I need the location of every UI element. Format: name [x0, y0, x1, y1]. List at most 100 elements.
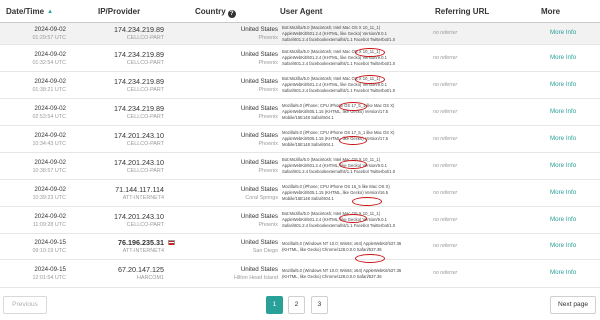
- user-agent-text: Bot:Mozilla/5.0 (Macintosh; Intel Mac OS…: [282, 157, 395, 176]
- referrer-value: no referrer: [433, 270, 458, 276]
- city-name: Phoenix: [258, 168, 278, 174]
- page-3-button[interactable]: 3: [311, 296, 328, 314]
- ip-address: 174.201.243.10: [114, 131, 164, 140]
- next-page-button[interactable]: Next page: [550, 296, 596, 314]
- visit-time: 01:32:54 UTC: [32, 60, 66, 66]
- page-1-button[interactable]: 1: [266, 296, 283, 314]
- visit-date: 2024-09-02: [34, 105, 66, 112]
- provider-name: CELLCO-PART: [126, 222, 164, 228]
- user-agent-line: Mobile/15E148 Safari/604.1: [282, 142, 334, 148]
- more-info-link[interactable]: More Info: [550, 269, 576, 276]
- city-name: Phoenix: [258, 141, 278, 147]
- more-info-link[interactable]: More Info: [550, 216, 576, 223]
- more-info-link[interactable]: More Info: [550, 135, 576, 142]
- more-info-link[interactable]: More Info: [550, 108, 576, 115]
- column-header-user-agent[interactable]: User Agent: [280, 7, 322, 16]
- visit-time: 01:29:57 UTC: [32, 35, 66, 41]
- ip-address: 174.234.219.89: [114, 50, 164, 59]
- more-info-link[interactable]: More Info: [550, 189, 576, 196]
- user-agent-line: Safari/601.2.4 facebookexternalhit/1.1 F…: [282, 223, 396, 229]
- more-info-link[interactable]: More Info: [550, 162, 576, 169]
- table-row: 2024-09-02 01:38:21 UTC 174.234.219.89 CELL…: [0, 72, 600, 99]
- country-name: United States: [240, 105, 278, 112]
- ip-address: 76.196.235.31: [118, 238, 164, 247]
- visit-date: 2024-09-02: [34, 186, 66, 193]
- annotation-circle: [339, 214, 367, 223]
- annotation-circle: [339, 136, 367, 145]
- provider-name: CELLCO-PART: [126, 60, 164, 66]
- visit-date: 2024-09-02: [34, 213, 66, 220]
- city-name: Phoenix: [258, 35, 278, 41]
- visit-date: 2024-09-15: [34, 266, 66, 273]
- column-header-referring-url[interactable]: Referring URL: [435, 7, 489, 16]
- city-name: Phoenix: [258, 60, 278, 66]
- sort-ascending-icon[interactable]: ▲: [47, 9, 53, 15]
- column-header-country[interactable]: Country?: [195, 7, 236, 18]
- visit-time: 12:01:54 UTC: [32, 275, 66, 281]
- city-name: Coral Springs: [245, 195, 278, 201]
- annotation-circle: [352, 197, 382, 206]
- ip-address: 67.20.147.125: [118, 265, 164, 274]
- more-info-link[interactable]: More Info: [550, 242, 576, 249]
- table-row: 2024-09-02 10:39:23 UTC 71.144.117.114 ATT-…: [0, 180, 600, 207]
- visit-date: 2024-09-02: [34, 132, 66, 139]
- visit-time: 09:10:19 UTC: [32, 248, 66, 254]
- visit-date: 2024-09-02: [34, 78, 66, 85]
- annotation-circle: [339, 102, 367, 111]
- country-name: United States: [240, 159, 278, 166]
- visit-date: 2024-09-02: [34, 26, 66, 33]
- referrer-value: no referrer: [433, 243, 458, 249]
- provider-name: CELLCO-PART: [126, 168, 164, 174]
- country-name: United States: [240, 266, 278, 273]
- referrer-value: no referrer: [433, 55, 458, 61]
- table-row: 2024-09-02 10:34:43 UTC 174.201.243.10 CELL…: [0, 126, 600, 153]
- provider-name: CELLCO-PART: [126, 87, 164, 93]
- referrer-value: no referrer: [433, 190, 458, 196]
- user-agent-line: Safari/601.2.4 facebookexternalhit/1.1 F…: [282, 169, 396, 175]
- country-name: United States: [240, 78, 278, 85]
- more-info-link[interactable]: More Info: [550, 54, 576, 61]
- provider-name: ATT-INTERNET4: [122, 195, 164, 201]
- more-info-link[interactable]: More Info: [550, 81, 576, 88]
- referrer-value: no referrer: [433, 30, 458, 36]
- annotation-circle: [355, 48, 385, 57]
- table-row: 2024-09-15 12:01:54 UTC 67.20.147.125 HARCO…: [0, 260, 600, 288]
- country-name: United States: [240, 239, 278, 246]
- visit-date: 2024-09-02: [34, 159, 66, 166]
- country-name: United States: [240, 213, 278, 220]
- pagination: Previous 1 2 3 Next page: [0, 296, 600, 314]
- city-name: San Diego: [252, 248, 278, 254]
- user-agent-line: Safari/601.2.4 facebookexternalhit/1.1 F…: [282, 61, 396, 67]
- column-header-date[interactable]: Date/Time ▲: [6, 7, 53, 16]
- country-name: United States: [240, 51, 278, 58]
- visitor-log-table: Date/Time ▲ IP/Provider Country? User Age…: [0, 0, 600, 288]
- annotation-circle: [355, 75, 385, 84]
- city-name: Hilton Head Island: [233, 275, 278, 281]
- page-2-button[interactable]: 2: [288, 296, 305, 314]
- visit-time: 10:34:43 UTC: [32, 141, 66, 147]
- us-flag-icon: [168, 240, 175, 245]
- ip-address: 174.234.219.89: [114, 25, 164, 34]
- visit-date: 2024-09-02: [34, 51, 66, 58]
- more-info-link[interactable]: More Info: [550, 29, 576, 36]
- table-row: 2024-09-02 11:09:28 UTC 174.201.243.10 CELL…: [0, 207, 600, 234]
- provider-name: ATT-INTERNET4: [122, 248, 164, 254]
- column-header-ip[interactable]: IP/Provider: [98, 7, 140, 16]
- visit-time: 01:38:21 UTC: [32, 87, 66, 93]
- visit-time: 10:38:57 UTC: [32, 168, 66, 174]
- ip-address: 174.234.219.89: [114, 77, 164, 86]
- help-icon[interactable]: ?: [227, 10, 236, 18]
- table-row: 2024-09-02 02:53:54 UTC 174.234.219.89 CELL…: [0, 99, 600, 126]
- provider-name: CELLCO-PART: [126, 35, 164, 41]
- previous-page-button[interactable]: Previous: [3, 296, 47, 314]
- user-agent-text: Bot:Mozilla/5.0 (Macintosh; Intel Mac OS…: [282, 25, 395, 44]
- user-agent-line: Safari/601.2.4 facebookexternalhit/1.1 F…: [282, 88, 396, 94]
- city-name: Phoenix: [258, 114, 278, 120]
- user-agent-text: Mozilla/5.0 (Windows NT 10.0; Win64; x64…: [282, 241, 401, 253]
- referrer-value: no referrer: [433, 163, 458, 169]
- country-name: United States: [240, 132, 278, 139]
- table-row: 2024-09-15 09:10:19 UTC 76.196.235.31 ATT-I…: [0, 234, 600, 263]
- referrer-value: no referrer: [433, 136, 458, 142]
- referrer-value: no referrer: [433, 82, 458, 88]
- ip-address: 174.201.243.10: [114, 158, 164, 167]
